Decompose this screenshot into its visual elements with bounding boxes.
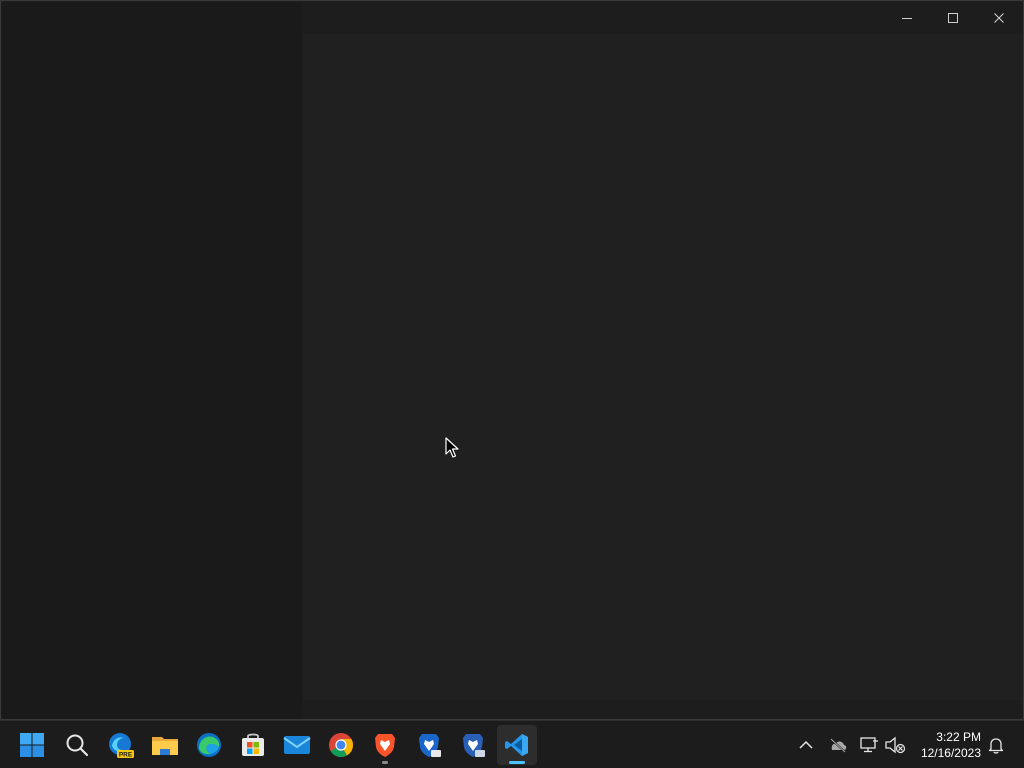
maximize-button[interactable] [930, 2, 976, 34]
brave-icon [375, 734, 395, 757]
clock-date: 12/16/2023 [920, 746, 981, 760]
edge-preview-badge: PRE [119, 752, 133, 759]
edge-preview-icon: PRE [109, 733, 134, 759]
search-icon [66, 734, 89, 757]
taskbar-app-mail[interactable] [277, 725, 317, 765]
taskbar-app-edge[interactable] [189, 725, 229, 765]
vscode-icon [505, 734, 528, 756]
store-icon [242, 733, 264, 756]
bell-icon [988, 738, 1004, 754]
taskbar-app-file-explorer[interactable] [145, 725, 185, 765]
volume-muted-icon [885, 736, 906, 754]
minimize-icon [902, 18, 912, 19]
taskbar-app-brave-nightly[interactable] [453, 725, 493, 765]
taskbar-app-chrome[interactable] [321, 725, 361, 765]
taskbar: PRE 3:22 PM 12/16/2023 [0, 720, 1024, 768]
notification-center-button[interactable] [981, 729, 1011, 761]
app-window [0, 0, 1024, 720]
content-pane [303, 34, 1023, 700]
brave-nightly-icon [463, 734, 485, 757]
windows-start-icon [20, 733, 44, 757]
minimize-button[interactable] [884, 2, 930, 34]
chrome-icon [329, 733, 353, 758]
onedrive-offline-icon [830, 738, 847, 753]
folder-icon [152, 737, 178, 755]
close-icon [994, 13, 1004, 23]
caption-buttons [884, 2, 1022, 34]
taskbar-app-brave-beta[interactable] [409, 725, 449, 765]
mouse-cursor-icon [445, 437, 459, 458]
taskbar-app-brave[interactable] [365, 725, 405, 765]
search-button[interactable] [57, 725, 97, 765]
network-icon [860, 737, 878, 753]
show-hidden-icons-button[interactable] [791, 729, 821, 761]
brave-beta-icon [419, 734, 441, 757]
taskbar-clock[interactable]: 3:22 PM 12/16/2023 [905, 727, 981, 763]
mail-icon [283, 736, 311, 754]
tray-onedrive[interactable] [823, 729, 853, 761]
running-indicator [382, 761, 388, 764]
active-indicator [509, 761, 525, 764]
taskbar-app-microsoft-store[interactable] [233, 725, 273, 765]
edge-icon [197, 733, 221, 757]
chevron-up-icon [799, 740, 813, 749]
sidebar-pane [2, 2, 302, 719]
close-button[interactable] [976, 2, 1022, 34]
maximize-icon [948, 13, 958, 23]
clock-time: 3:22 PM [936, 730, 981, 744]
start-button[interactable] [12, 725, 52, 765]
taskbar-app-vscode[interactable] [497, 725, 537, 765]
taskbar-app-edge-preview[interactable]: PRE [101, 725, 141, 765]
